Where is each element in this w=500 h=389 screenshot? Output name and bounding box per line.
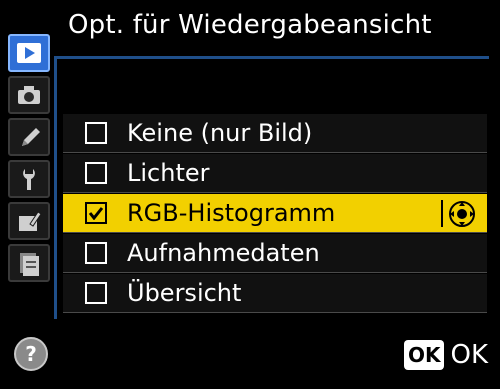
list-item[interactable]: Aufnahmedaten xyxy=(63,234,487,273)
divider xyxy=(441,200,443,227)
tab-shooting[interactable] xyxy=(8,76,50,114)
multi-selector-icon xyxy=(449,201,475,227)
checkbox-checked[interactable] xyxy=(85,202,107,224)
playback-icon xyxy=(17,43,41,63)
page-title: Opt. für Wiedergabeansicht xyxy=(68,10,432,40)
tab-recent-settings[interactable] xyxy=(8,244,50,282)
help-button[interactable]: ? xyxy=(14,337,48,371)
recent-settings-icon xyxy=(20,253,39,276)
tab-playback[interactable] xyxy=(8,34,50,72)
tab-retouch[interactable] xyxy=(8,202,50,240)
list-item-label: RGB-Histogramm xyxy=(127,199,336,227)
ok-button-label: OK xyxy=(450,340,488,370)
list-item-label: Aufnahmedaten xyxy=(127,239,320,267)
list-item-label: Lichter xyxy=(127,159,210,187)
ok-button[interactable]: OK OK xyxy=(403,340,488,370)
ok-button-glyph: OK xyxy=(403,340,445,370)
tab-custom-settings[interactable] xyxy=(8,118,50,156)
list-item-label: Übersicht xyxy=(127,279,242,307)
camera-icon xyxy=(18,86,40,104)
checkbox[interactable] xyxy=(85,242,107,264)
list-item[interactable]: Lichter xyxy=(63,154,487,193)
list-item-label: Keine (nur Bild) xyxy=(127,119,313,147)
checkbox[interactable] xyxy=(85,162,107,184)
help-icon: ? xyxy=(25,342,37,366)
checkbox[interactable] xyxy=(85,122,107,144)
retouch-icon xyxy=(19,211,42,231)
checkmark-icon xyxy=(88,207,104,220)
tab-setup[interactable] xyxy=(8,160,50,198)
list-item-selected[interactable]: RGB-Histogramm xyxy=(63,194,487,233)
list-item[interactable]: Keine (nur Bild) xyxy=(63,114,487,153)
pencil-icon xyxy=(22,128,40,146)
wrench-icon xyxy=(23,169,35,190)
list-item[interactable]: Übersicht xyxy=(63,274,487,313)
checkbox[interactable] xyxy=(85,282,107,304)
